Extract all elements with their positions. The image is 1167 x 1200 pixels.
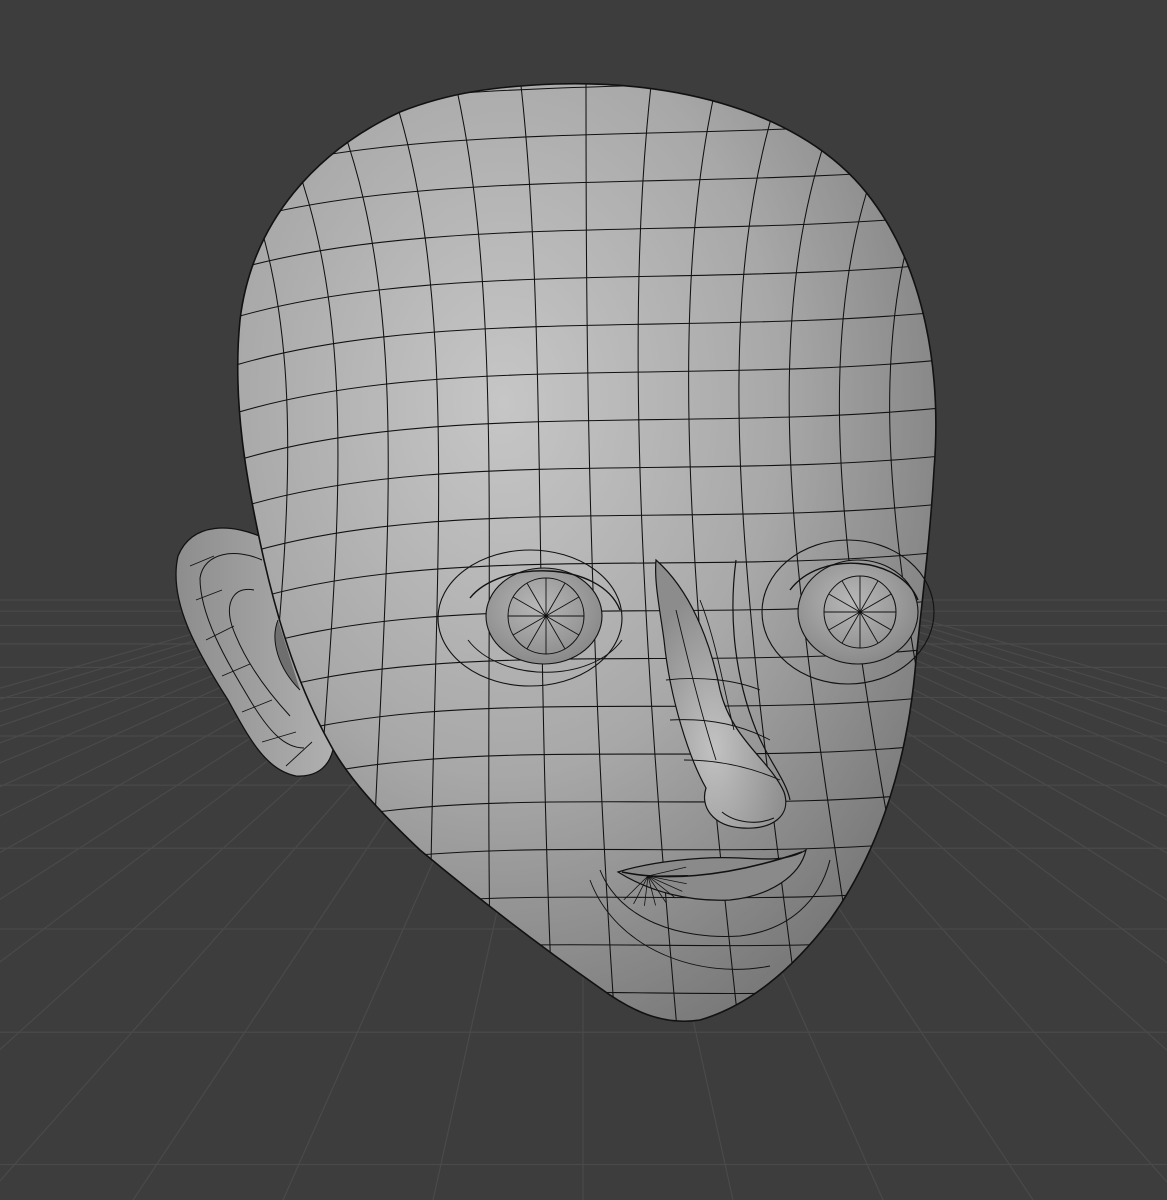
3d-viewport[interactable] xyxy=(0,0,1167,1200)
viewport-canvas[interactable] xyxy=(0,0,1167,1200)
